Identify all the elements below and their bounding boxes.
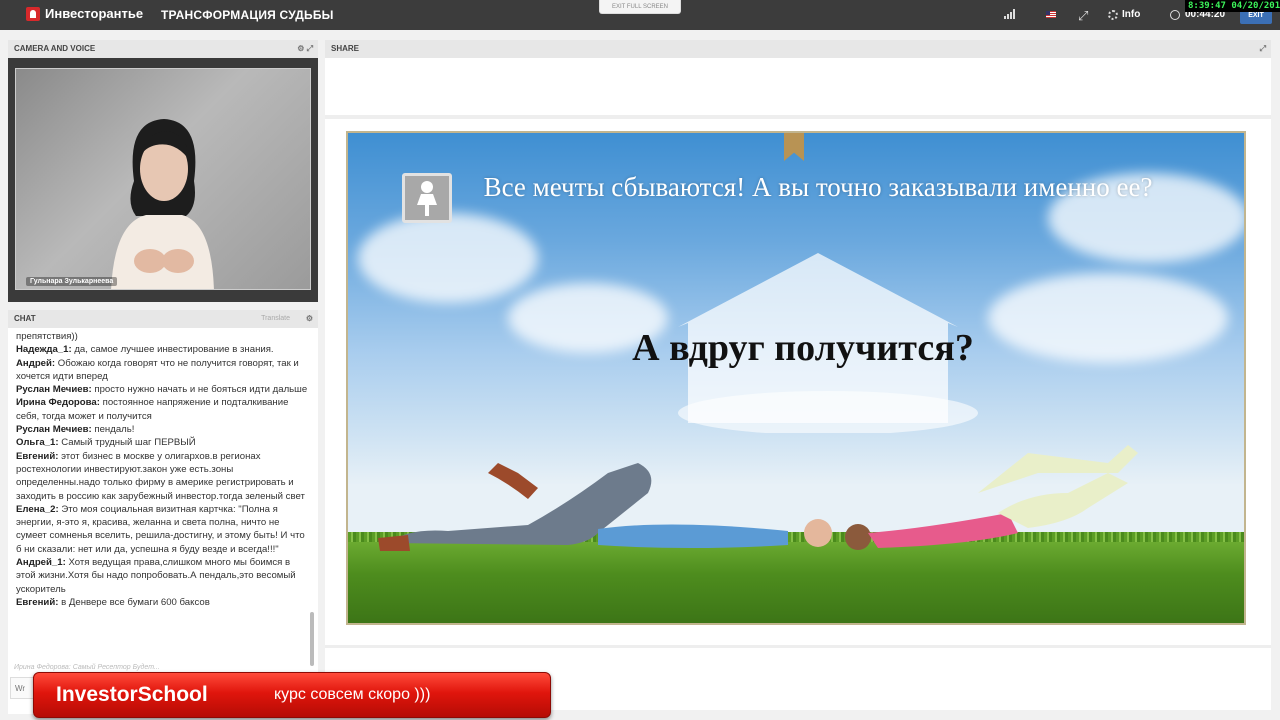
chat-message-author: Евгений: (16, 596, 59, 608)
chat-message: Андрей_1: Хотя ведущая права,слишком мно… (16, 556, 312, 596)
camera-panel-header: CAMERA AND VOICE ⚙ ⤢ (8, 40, 318, 58)
chat-panel-title: CHAT (14, 314, 36, 323)
brand-logo-icon (26, 6, 40, 21)
chat-message-author: Ольга_1: (16, 437, 59, 449)
presenter-name: Гульнара Зулькарнеева (26, 277, 118, 286)
investor-logo-icon (402, 173, 452, 223)
chat-message-author: Андрей_1: (16, 557, 66, 569)
slide-heading: А вдруг получится? (632, 327, 974, 369)
ticker-brand: InvestorSchool (56, 683, 208, 706)
translate-button[interactable]: Translate (261, 310, 290, 328)
chat-message-author: Евгений: (16, 450, 59, 462)
chat-message-author: Елена_2: (16, 503, 59, 515)
people-lying-on-grass (378, 445, 1138, 551)
chat-message: Евгений: этот бизнес в москве у олигархо… (16, 450, 312, 503)
chat-message: Евгений: в Денвере все бумаги 600 баксов (16, 596, 312, 609)
share-expand-icon[interactable]: ⤢ (1260, 44, 1266, 53)
expand-icon[interactable]: ⤢ (307, 44, 313, 53)
chat-message: Андрей: Обожаю когда говорят что не полу… (16, 357, 312, 384)
slide-title: Все мечты сбываются! А вы точно заказыва… (483, 172, 1153, 202)
fullscreen-icon[interactable]: ⤢ (1078, 8, 1088, 24)
info-button[interactable]: Info (1108, 9, 1140, 20)
share-bottom-divider (325, 645, 1271, 648)
cloud (358, 213, 538, 303)
chat-message-text: в Денвере все бумаги 600 баксов (61, 596, 210, 608)
chat-message: Надежда_1: да, самое лучшее инвестирован… (16, 343, 312, 356)
chat-message: Руслан Мечиев: пендаль! (16, 423, 312, 436)
share-panel-title: SHARE (331, 44, 360, 53)
chat-message: препятствия)) (16, 330, 312, 343)
promo-ticker: InvestorSchool курс совсем скоро ))) (33, 672, 551, 718)
camera-body: Гульнара Зулькарнеева (8, 58, 318, 302)
room-title: ТРАНСФОРМАЦИЯ СУДЬБЫ (161, 8, 334, 22)
top-bar: Инвесторантье ТРАНСФОРМАЦИЯ СУДЬБЫ EXIT … (0, 0, 1280, 30)
chat-message-author: Надежда_1: (16, 344, 72, 356)
chat-message-author: Руслан Мечиев: (16, 424, 92, 436)
share-panel-header: SHARE ⤢ (325, 40, 1271, 58)
chat-message-list[interactable]: препятствия)) Надежда_1: да, самое лучшее… (16, 330, 312, 666)
gear-icon (1108, 9, 1118, 20)
share-toolbar-divider (325, 115, 1271, 119)
ticker-text: курс совсем скоро ))) (274, 686, 431, 703)
chat-message-text: да, самое лучшее инвестирование в знания… (74, 344, 274, 356)
clock-icon (1170, 9, 1180, 20)
chat-message-text: Самый трудный шаг ПЕРВЫЙ (61, 437, 196, 449)
chat-message-text: этот бизнес в москве у олигархов.в регио… (16, 450, 305, 502)
chat-message-author: Андрей: (16, 357, 56, 369)
chat-panel-header: CHAT Translate ⚙ (8, 310, 318, 328)
camera-panel-title: CAMERA AND VOICE (14, 44, 96, 53)
presenter-video: Гульнара Зулькарнеева (15, 68, 311, 290)
chat-message-author: Руслан Мечиев: (16, 384, 92, 396)
chat-message: Руслан Мечиев: просто нужно начать и не … (16, 383, 312, 396)
chat-message-text: препятствия)) (16, 331, 78, 342)
language-flag-icon[interactable] (1046, 11, 1056, 18)
chat-message-author: Ирина Федорова: (16, 397, 100, 409)
chat-message-text: Обожаю когда говорят что не получится го… (16, 357, 299, 382)
presenter-silhouette (111, 119, 214, 289)
share-panel: SHARE ⤢ Все мечты сбываются! А вы точно … (325, 40, 1271, 710)
chat-message: Ирина Федорова: постоянное напряжение и … (16, 396, 312, 423)
chat-message-text: пендаль! (94, 424, 135, 436)
chat-settings-icon[interactable]: ⚙ (306, 314, 313, 323)
chat-message-text: Это моя социальная визитная картчка: "По… (16, 503, 305, 555)
chat-typing-line: Ирина Федорова: Самый Ресептор Будет... (14, 664, 160, 671)
chat-message: Елена_2: Это моя социальная визитная кар… (16, 503, 312, 556)
recording-timestamp: 8:39:47 04/20/2017 (1185, 0, 1280, 12)
brand-name: Инвесторантье (45, 6, 144, 21)
info-label: Info (1122, 9, 1141, 20)
chat-message-text: просто нужно начать и не бояться идти да… (94, 384, 308, 396)
camera-panel: CAMERA AND VOICE ⚙ ⤢ Гульнара Зулькарнее… (8, 40, 318, 302)
signal-strength-icon[interactable] (1004, 9, 1018, 19)
chat-panel: CHAT Translate ⚙ препятствия)) Надежда_1:… (8, 310, 318, 714)
bookmark-icon[interactable] (784, 133, 804, 161)
chat-scrollbar[interactable] (310, 612, 314, 666)
exit-fullscreen-button[interactable]: EXIT FULL SCREEN (599, 0, 681, 14)
chat-message: Ольга_1: Самый трудный шаг ПЕРВЫЙ (16, 436, 312, 449)
settings-icon[interactable]: ⚙ (297, 44, 304, 53)
presentation-slide: Все мечты сбываются! А вы точно заказыва… (346, 131, 1246, 625)
brand[interactable]: Инвесторантье (26, 6, 143, 21)
